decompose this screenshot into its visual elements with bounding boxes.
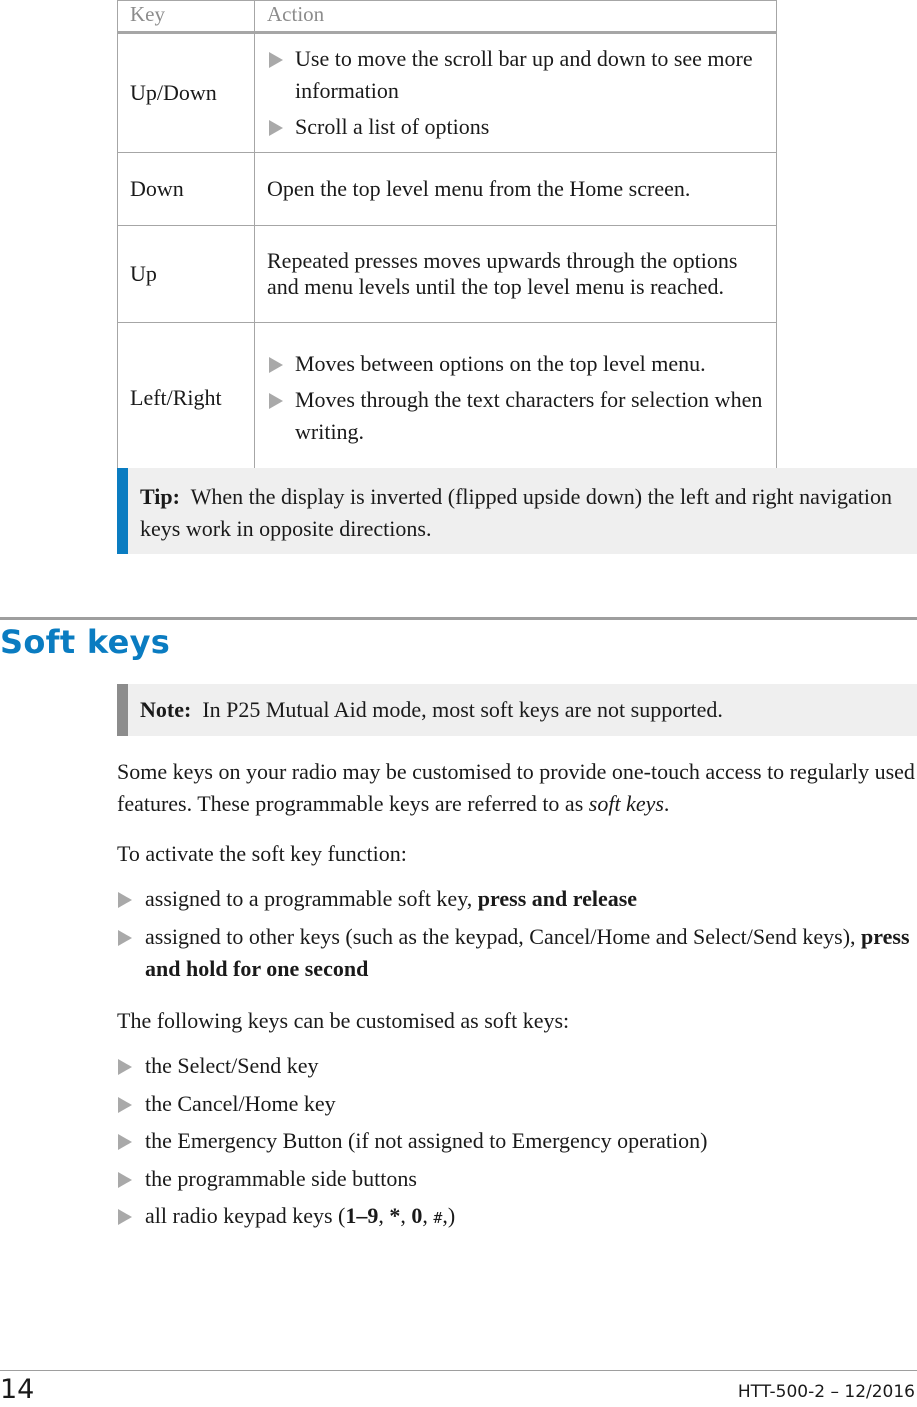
list-item: the Emergency Button (if not assigned to… [117,1125,917,1157]
separator: , [378,1203,390,1228]
keypad-key-star: * [389,1203,401,1228]
list-item: Scroll a list of options [267,111,764,143]
triangle-bullet-icon [118,1096,132,1113]
note-label: Note: [140,697,192,722]
triangle-bullet-icon [269,120,283,136]
action-text: Scroll a list of options [295,114,490,139]
triangle-bullet-icon [118,892,132,908]
triangle-bullet-icon [269,393,283,409]
section-divider [0,617,917,620]
note-accent-bar [117,684,128,736]
keypad-suffix: ,) [442,1203,456,1228]
triangle-bullet-icon [118,1171,132,1188]
column-header-action: Action [254,0,777,34]
separator: , [400,1203,412,1228]
action-list: Use to move the scroll bar up and down t… [267,43,764,143]
triangle-bullet-icon [269,52,283,68]
intro-end: . [663,791,670,816]
item-text: the Emergency Button (if not assigned to… [145,1128,708,1153]
list-item: assigned to other keys (such as the keyp… [117,921,917,985]
footer-divider [0,1370,917,1371]
action-text: Moves between options on the top level m… [295,351,706,376]
action-cell: Moves between options on the top level m… [254,322,777,474]
action-cell: Open the top level menu from the Home sc… [254,152,777,226]
action-cell: Use to move the scroll bar up and down t… [254,32,777,153]
list-item: Moves between options on the top level m… [267,348,764,380]
note-callout: Note: In P25 Mutual Aid mode, most soft … [117,684,917,736]
triangle-bullet-icon [118,930,132,946]
tip-text: When the display is inverted (flipped up… [140,484,892,541]
page-number: 14 [0,1374,35,1405]
tip-accent-bar [117,468,128,554]
table-row: Up Repeated presses moves upwards throug… [117,225,777,323]
column-header-key: Key [117,0,255,34]
tip-label: Tip: [140,484,180,509]
key-cell: Down [117,152,255,226]
table-header-row: Key Action [117,0,777,34]
keypad-prefix: all radio keypad keys ( [145,1203,346,1228]
intro-paragraph: Some keys on your radio may be customise… [117,756,917,820]
action-cell: Repeated presses moves upwards through t… [254,225,777,323]
list-item: Use to move the scroll bar up and down t… [267,43,764,107]
item-text: the Select/Send key [145,1053,319,1078]
action-list: Moves between options on the top level m… [267,348,764,448]
intro-emphasis: soft keys [588,791,664,816]
activate-list: assigned to a programmable soft key, pre… [117,883,917,985]
document-id: HTT-500-2 – 12/2016 [737,1382,915,1402]
intro-text: Some keys on your radio may be customise… [117,759,915,816]
triangle-bullet-icon [269,357,283,373]
list-item: the Cancel/Home key [117,1088,917,1120]
triangle-bullet-icon [118,1134,132,1150]
keypad-key-zero: 0 [411,1203,423,1228]
list-item: assigned to a programmable soft key, pre… [117,883,917,915]
key-cell: Left/Right [117,322,255,474]
key-cell: Up/Down [117,32,255,153]
customisable-keys-list: the Select/Send key the Cancel/Home key … [117,1050,917,1234]
key-cell: Up [117,225,255,323]
custom-intro: The following keys can be customised as … [117,1008,570,1033]
list-item: the Select/Send key [117,1050,917,1082]
tip-callout: Tip: When the display is inverted (flipp… [117,468,917,554]
table-row: Left/Right Moves between options on the … [117,322,777,474]
navigation-keys-table: Key Action Up/Down Use to move the scrol… [117,0,777,474]
triangle-bullet-icon [118,1209,132,1225]
item-bold: press and release [477,886,638,911]
action-text: Use to move the scroll bar up and down t… [295,46,753,103]
keypad-key-range: 1–9 [345,1203,379,1228]
table-row: Down Open the top level menu from the Ho… [117,152,777,226]
triangle-bullet-icon [118,1059,132,1075]
item-text: assigned to other keys (such as the keyp… [145,924,862,949]
item-text: assigned to a programmable soft key, [145,886,478,911]
list-item: all radio keypad keys (1–9, *, 0, #,) [117,1200,917,1234]
activate-intro: To activate the soft key function: [117,841,407,866]
item-text: the programmable side buttons [145,1165,417,1191]
section-title: Soft keys [0,623,171,661]
list-item: Moves through the text characters for se… [267,384,764,448]
list-item: the programmable side buttons [117,1163,917,1195]
action-text: Moves through the text characters for se… [295,387,763,444]
note-text: In P25 Mutual Aid mode, most soft keys a… [202,697,723,722]
table-row: Up/Down Use to move the scroll bar up an… [117,32,777,153]
item-text: the Cancel/Home key [145,1090,336,1116]
separator: , [422,1203,434,1228]
